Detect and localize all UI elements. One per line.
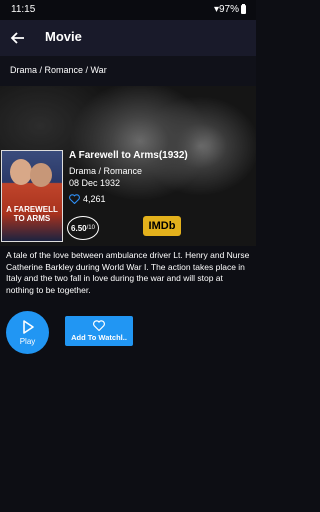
genre-text: Drama / Romance / War [10, 65, 107, 75]
likes-value: 4,261 [83, 194, 106, 204]
play-label: Play [19, 337, 36, 346]
poster-title: A Farewell to Arms [6, 205, 58, 223]
battery-icon [241, 4, 246, 14]
status-time: 11:15 [11, 4, 36, 15]
heart-icon [93, 320, 105, 331]
movie-poster: A Farewell to Arms [1, 150, 63, 242]
add-to-watchlist-button[interactable]: Add To Watchl.. [65, 316, 133, 346]
movie-description: A tale of the love between ambulance dri… [6, 250, 250, 295]
page-title: Movie [45, 29, 82, 44]
back-arrow-icon[interactable] [10, 30, 26, 46]
release-date: 08 Dec 1932 [69, 178, 121, 188]
imdb-button[interactable]: IMDb [143, 216, 181, 236]
app-bar: Movie [0, 20, 256, 56]
genre-breadcrumb: Drama / Romance / War [0, 56, 256, 86]
status-bar: 11:15 ▾ 97% [0, 0, 256, 20]
movie-title: A Farewell to Arms(1932) [69, 150, 188, 161]
battery-indicator: 97% [219, 4, 246, 15]
play-button[interactable]: Play [6, 311, 49, 354]
movie-genres: Drama / Romance [69, 166, 143, 176]
battery-level: 97% [218, 4, 239, 15]
rating-badge: 6.50/10 [67, 216, 99, 240]
likes-count[interactable]: 4,261 [69, 194, 106, 204]
heart-icon [69, 194, 80, 204]
watchlist-label: Add To Watchl.. [71, 333, 127, 342]
rating-value: 6.50 [71, 223, 87, 233]
rating-scale: /10 [86, 225, 95, 231]
play-icon [22, 320, 34, 334]
